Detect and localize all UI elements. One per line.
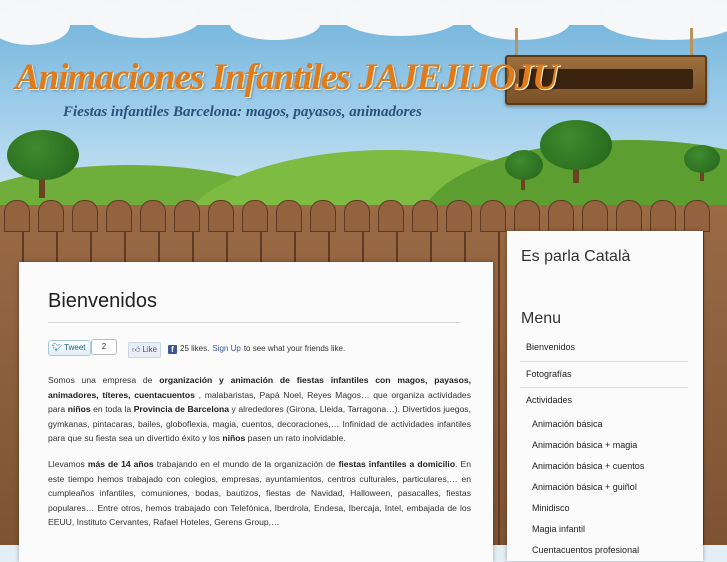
fence-post	[140, 200, 166, 232]
facebook-like-count: f 25 likes. Sign Up to see what your fri…	[168, 342, 345, 356]
experience-paragraph: Llevamos más de 14 años trabajando en el…	[48, 457, 471, 530]
fence-post	[344, 200, 370, 232]
main-content: Bienvenidos 🐦︎ Tweet 2 👍︎ Like f 25 like…	[19, 262, 493, 562]
bold-text: más de 14 años	[87, 459, 154, 469]
twitter-bird-icon: 🐦︎	[52, 343, 63, 352]
page-title: Bienvenidos	[48, 290, 157, 312]
menu-item-animacion-basica-cuentos[interactable]: Animación básica + cuentos	[520, 456, 688, 477]
menu-item-actividades[interactable]: Actividades	[520, 388, 688, 414]
menu-item-fotografias[interactable]: Fotografías	[520, 362, 688, 388]
fence-post	[4, 200, 30, 232]
facebook-like-button[interactable]: 👍︎ Like	[128, 342, 162, 358]
bold-text: fiestas infantiles a domicilio	[338, 459, 456, 469]
fence-post	[582, 200, 608, 232]
site-tagline: Fiestas infantiles Barcelona: magos, pay…	[63, 104, 422, 120]
fence-post	[106, 200, 132, 232]
bold-text: Provincia de Barcelona	[133, 404, 229, 415]
like-count-text: 25 likes.	[180, 344, 210, 353]
intro-paragraph: Somos una empresa de organización y anim…	[48, 373, 471, 446]
cloud	[90, 0, 200, 38]
fence-post	[548, 200, 574, 232]
tweet-label: Tweet	[64, 343, 86, 352]
fence-post	[378, 200, 404, 232]
sign-rope	[515, 28, 518, 58]
tree	[505, 150, 543, 180]
thumbs-up-icon: 👍︎	[132, 345, 141, 354]
fence-post	[412, 200, 438, 232]
menu-item-minidisco[interactable]: Minidisco	[520, 498, 688, 519]
text-segment: trabajando en el mundo de la organizació…	[153, 459, 339, 469]
fence-post	[480, 200, 506, 232]
menu-item-animacion-basica-magia[interactable]: Animación básica + magia	[520, 435, 688, 456]
cloud	[230, 8, 320, 40]
fence-post	[684, 200, 710, 232]
fence-post	[38, 200, 64, 232]
menu-item-magia-infantil[interactable]: Magia infantil	[520, 519, 688, 540]
fence-post	[242, 200, 268, 232]
facebook-icon: f	[168, 344, 177, 354]
menu-item-cuentacuentos-profesional[interactable]: Cuentacuentos profesional	[520, 540, 688, 561]
bold-text: niños	[222, 433, 246, 444]
menu-item-animacion-basica[interactable]: Animación básica	[520, 414, 688, 435]
tree	[7, 130, 79, 180]
menu-item-bienvenidos[interactable]: Bienvenidos	[520, 335, 688, 362]
fence-post	[208, 200, 234, 232]
text-segment: Llevamos	[48, 459, 88, 469]
sidebar: Es parla Català Menu Bienvenidos Fotograf…	[507, 231, 703, 561]
menu-item-animacion-basica-guinol[interactable]: Animación básica + guiñol	[520, 477, 688, 498]
fence-post	[616, 200, 642, 232]
text-segment: . En este tiempo hemos trabajado con col…	[48, 459, 471, 528]
fence-post	[310, 200, 336, 232]
menu-list: Bienvenidos Fotografías Actividades Animaci…	[520, 335, 688, 561]
signup-link[interactable]: Sign Up	[212, 342, 240, 356]
tweet-button[interactable]: 🐦︎ Tweet	[48, 340, 91, 356]
sign-rope	[690, 28, 693, 58]
language-link[interactable]: Es parla Català	[521, 248, 630, 266]
menu-title: Menu	[521, 310, 562, 327]
text-segment: pasen un rato inolvidable.	[245, 433, 346, 444]
fence-post	[72, 200, 98, 232]
cloud	[470, 4, 570, 40]
signup-suffix: to see what your friends like.	[243, 344, 346, 353]
text-segment: Somos una empresa de	[48, 375, 160, 385]
bold-text: niños	[67, 404, 91, 415]
like-label: Like	[142, 345, 158, 354]
tree	[684, 145, 720, 173]
fence-post	[650, 200, 676, 232]
tweet-count: 2	[91, 339, 117, 355]
site-title[interactable]: Animaciones Infantiles JAJEJIJOJU	[15, 56, 559, 99]
fence-post	[174, 200, 200, 232]
tree	[540, 120, 612, 170]
fence-post	[514, 200, 540, 232]
title-divider	[48, 322, 461, 323]
text-segment: en toda la	[90, 404, 134, 415]
fence-post	[446, 200, 472, 232]
fence-post	[276, 200, 302, 232]
